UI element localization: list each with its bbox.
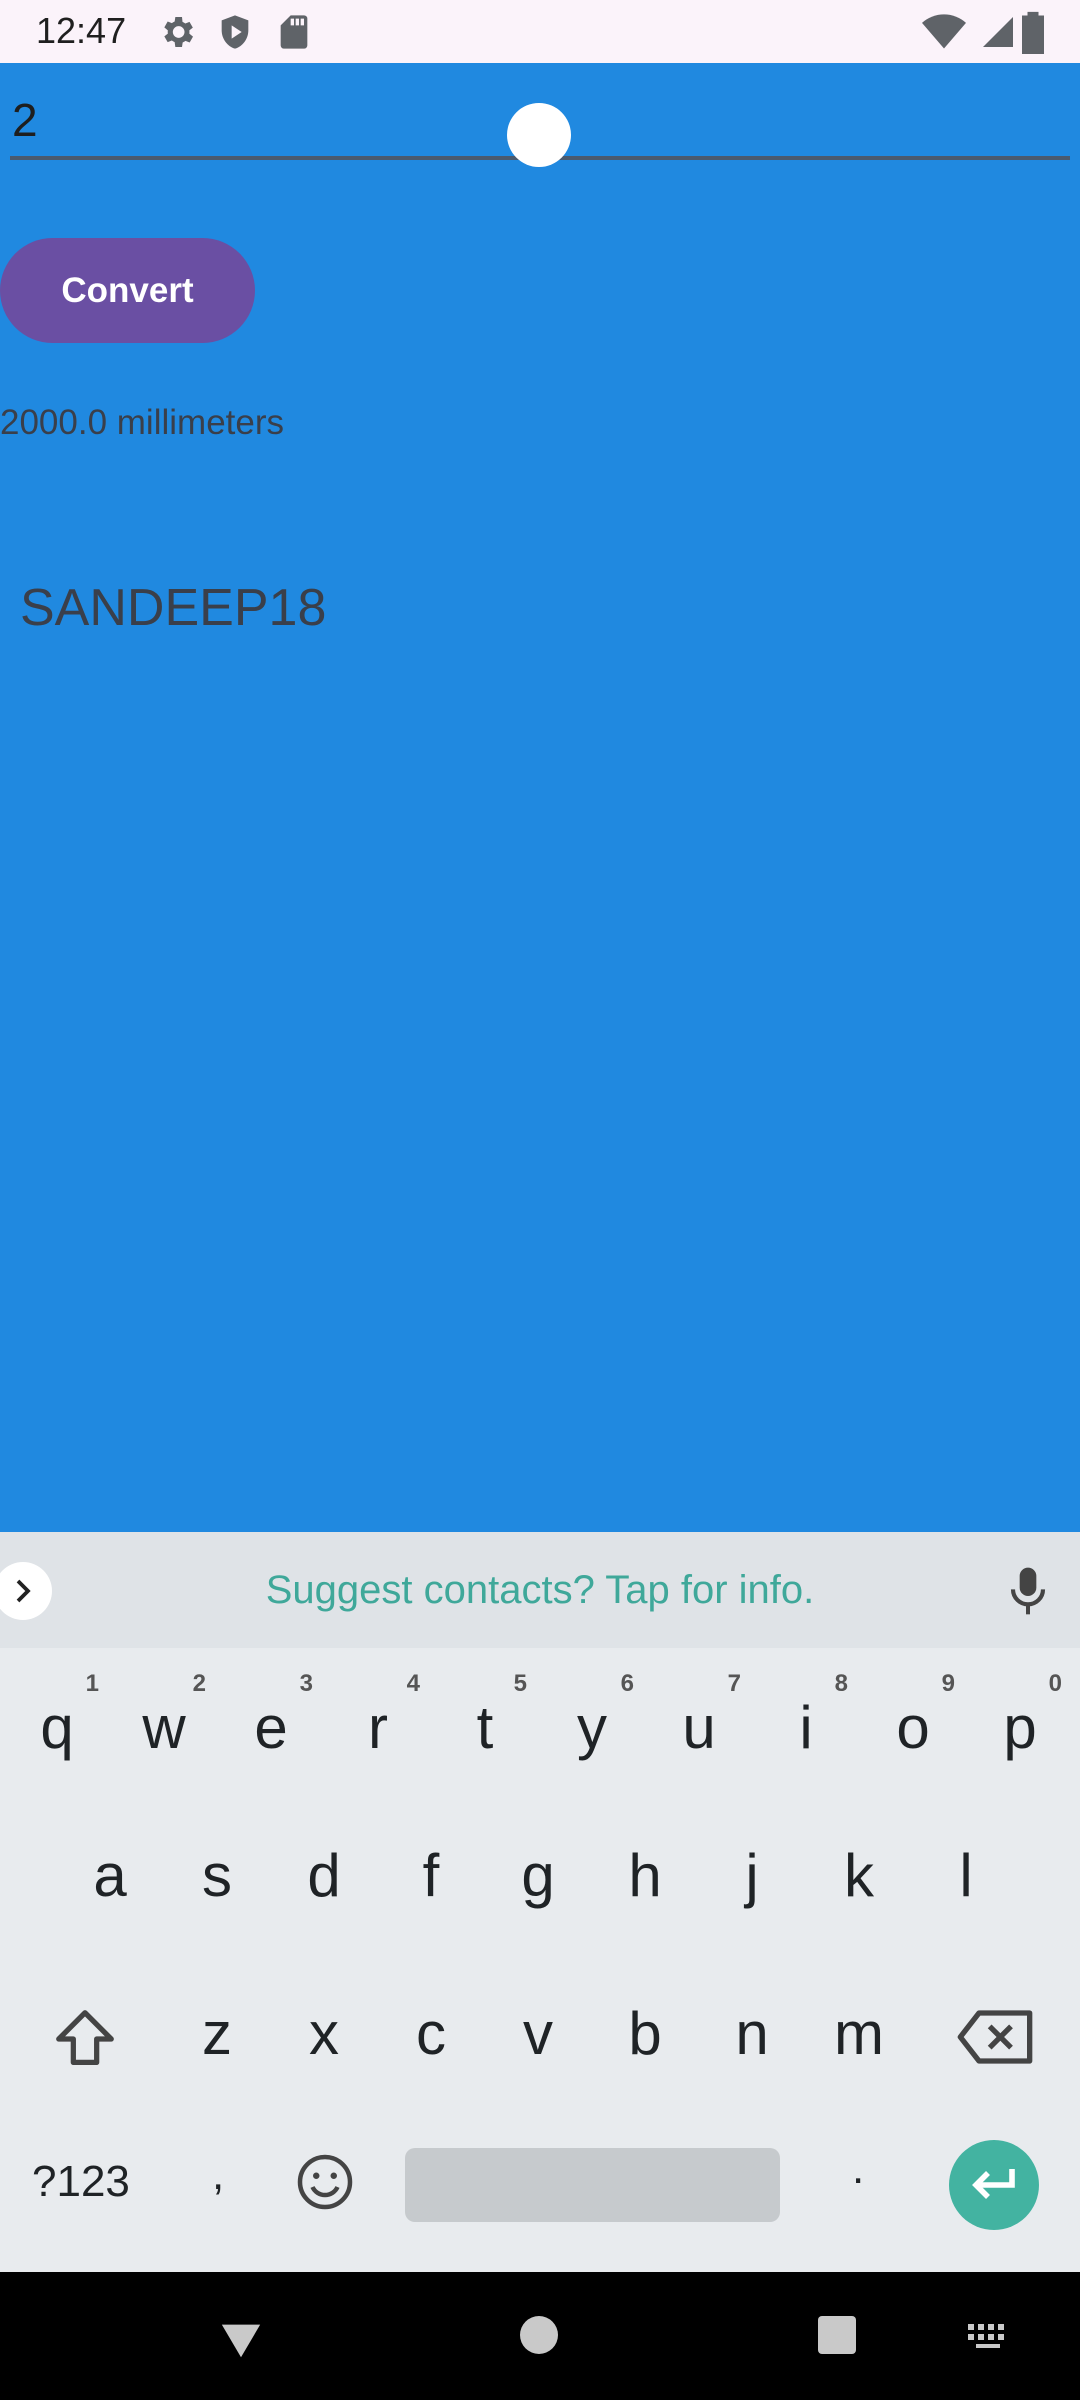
key-j[interactable]: j [702,1810,802,1940]
key-r[interactable]: r4 [328,1662,428,1792]
emoji-icon[interactable] [295,2152,355,2212]
key-u-label: u [682,1693,716,1761]
key-e[interactable]: e3 [221,1662,321,1792]
key-x-label: x [309,1999,339,2067]
key-n[interactable]: n [702,1968,802,2098]
key-s[interactable]: s [167,1810,267,1940]
navigation-bar [0,2272,1080,2400]
key-l-label: l [959,1841,973,1909]
key-p-hint: 0 [1048,1670,1062,1697]
key-m[interactable]: m [809,1968,909,2098]
chevron-right-icon [16,1579,31,1603]
key-w-hint: 2 [192,1670,206,1697]
key-u-hint: 7 [727,1670,741,1697]
key-z-label: z [202,1999,232,2067]
key-p[interactable]: p0 [970,1662,1070,1792]
key-a[interactable]: a [60,1810,160,1940]
key-y-hint: 6 [620,1670,634,1697]
key-t[interactable]: t5 [435,1662,535,1792]
key-w-label: w [142,1693,186,1761]
gear-icon [164,17,193,47]
key-b[interactable]: b [595,1968,695,2098]
key-b-label: b [628,1999,662,2067]
sd-card-icon [280,15,308,49]
key-x[interactable]: x [274,1968,374,2098]
key-z[interactable]: z [167,1968,267,2098]
app-screen: 2 Convert 2000.0 millimeters SANDEEP18 [0,63,1080,1532]
value-input[interactable]: 2 [12,93,38,147]
key-o-label: o [896,1693,930,1761]
enter-arrow-icon [972,2169,1015,2199]
key-r-label: r [368,1693,388,1761]
status-bar: 12:47 [0,0,1080,63]
text-cursor-handle[interactable] [507,103,571,167]
key-e-hint: 3 [299,1670,313,1697]
key-f-label: f [422,1841,440,1909]
symbols-key[interactable]: ?123 [32,2157,130,2207]
key-h[interactable]: h [595,1810,695,1940]
key-l[interactable]: l [916,1810,1016,1940]
recents-icon[interactable] [818,2316,856,2354]
key-p-label: p [1003,1693,1037,1761]
battery-icon [1022,11,1044,54]
key-k[interactable]: k [809,1810,909,1940]
key-n-label: n [735,1999,769,2067]
back-icon[interactable] [218,2320,264,2360]
key-v[interactable]: v [488,1968,588,2098]
key-r-hint: 4 [406,1670,420,1697]
key-o[interactable]: o9 [863,1662,963,1792]
signal-icon [983,17,1013,47]
result-text: 2000.0 millimeters [0,403,284,442]
key-e-label: e [254,1693,288,1761]
spacebar-key[interactable] [405,2148,780,2222]
key-g-label: g [521,1841,555,1909]
key-s-label: s [202,1841,232,1909]
microphone-icon[interactable] [1008,1566,1048,1616]
key-i[interactable]: i8 [756,1662,856,1792]
key-f[interactable]: f [381,1810,481,1940]
comma-key[interactable]: , [212,2150,224,2200]
key-c-label: c [416,1999,446,2067]
key-q-label: q [40,1693,74,1761]
period-key[interactable]: . [852,2144,864,2194]
key-t-hint: 5 [513,1670,527,1697]
shield-play-icon [221,15,249,49]
key-g[interactable]: g [488,1810,588,1940]
key-y-label: y [577,1693,607,1761]
backspace-icon[interactable] [955,2002,1035,2072]
author-label: SANDEEP18 [20,579,327,637]
key-a-label: a [93,1841,127,1909]
key-m-label: m [834,1999,884,2067]
key-q-hint: 1 [85,1670,99,1697]
status-time: 12:47 [36,10,127,51]
key-d[interactable]: d [274,1810,374,1940]
key-d-label: d [307,1841,341,1909]
key-i-label: i [799,1693,813,1761]
key-v-label: v [523,1999,553,2067]
key-t-label: t [476,1693,494,1761]
suggestion-bar: Suggest contacts? Tap for info. [0,1532,1080,1648]
key-w[interactable]: w2 [114,1662,214,1792]
key-i-hint: 8 [834,1670,848,1697]
key-h-label: h [628,1841,662,1909]
key-q[interactable]: q1 [7,1662,107,1792]
home-icon[interactable] [520,2316,558,2354]
key-j-label: j [745,1841,759,1909]
convert-button[interactable]: Convert [0,238,255,343]
suggestion-text[interactable]: Suggest contacts? Tap for info. [0,1568,1080,1613]
key-o-hint: 9 [941,1670,955,1697]
key-k-label: k [844,1841,874,1909]
shift-icon[interactable] [50,2004,120,2074]
key-c[interactable]: c [381,1968,481,2098]
wifi-icon [922,14,966,49]
soft-keyboard: Suggest contacts? Tap for info. q1w2e3r4… [0,1532,1080,2272]
keyboard-switch-icon[interactable] [968,2324,1012,2348]
key-y[interactable]: y6 [542,1662,642,1792]
enter-key[interactable] [949,2140,1039,2230]
key-u[interactable]: u7 [649,1662,749,1792]
